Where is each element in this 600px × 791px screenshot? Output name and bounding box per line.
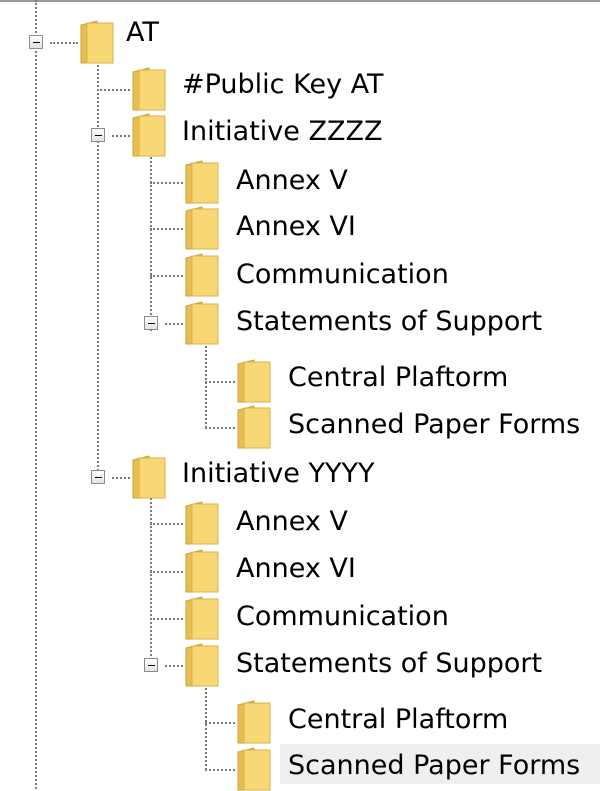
tree-connector <box>205 769 235 771</box>
tree-connector <box>150 523 183 525</box>
tree-node-central-platform[interactable]: Central Plaftorm <box>288 361 508 395</box>
tree-connector <box>97 89 130 91</box>
folder-icon <box>237 359 271 403</box>
tree-connector <box>150 228 183 230</box>
tree-node-root[interactable]: AT <box>126 16 159 50</box>
folder-icon <box>185 160 219 204</box>
folder-icon <box>185 596 219 640</box>
tree-node-annex-vi[interactable]: Annex VI <box>236 552 356 586</box>
folder-icon <box>237 700 271 744</box>
tree-connector <box>97 58 99 479</box>
collapse-toggle-icon[interactable] <box>91 128 105 142</box>
tree-node-initiative[interactable]: Initiative ZZZZ <box>182 115 382 149</box>
folder-icon <box>132 455 166 499</box>
folder-icon <box>185 643 219 687</box>
tree-node-central-platform[interactable]: Central Plaftorm <box>288 703 508 737</box>
tree-connector <box>50 42 78 44</box>
tree-connector <box>112 477 130 479</box>
folder-icon <box>132 113 166 157</box>
tree-node-public-key[interactable]: #Public Key AT <box>182 68 384 102</box>
folder-icon <box>185 301 219 345</box>
tree-node-initiative[interactable]: Initiative YYYY <box>182 457 374 491</box>
tree-node-annex-v[interactable]: Annex V <box>236 164 348 198</box>
folder-icon <box>132 67 166 111</box>
tree-node-communication[interactable]: Communication <box>236 600 449 634</box>
folder-icon <box>185 253 219 297</box>
tree-node-statements-of-support[interactable]: Statements of Support <box>236 647 542 681</box>
tree-node-annex-vi[interactable]: Annex VI <box>236 210 356 244</box>
tree-connector <box>150 486 152 672</box>
top-border <box>0 0 600 2</box>
tree-node-scanned-paper-forms[interactable]: Scanned Paper Forms <box>288 408 580 442</box>
tree-connector <box>112 135 130 137</box>
tree-node-communication[interactable]: Communication <box>236 258 449 292</box>
collapse-toggle-icon[interactable] <box>91 470 105 484</box>
folder-icon <box>80 20 114 64</box>
folder-icon <box>185 501 219 545</box>
folder-icon <box>185 206 219 250</box>
collapse-toggle-icon[interactable] <box>144 658 158 672</box>
tree-node-annex-v[interactable]: Annex V <box>236 505 348 539</box>
folder-icon <box>237 405 271 449</box>
tree-connector <box>150 275 183 277</box>
tree-connector <box>165 665 183 667</box>
tree-connector <box>150 182 183 184</box>
tree-connector <box>35 0 37 789</box>
folder-icon <box>185 549 219 593</box>
tree-connector <box>150 618 183 620</box>
tree-connector <box>205 427 235 429</box>
collapse-toggle-icon[interactable] <box>29 35 43 49</box>
tree-connector <box>150 571 183 573</box>
tree-node-scanned-paper-forms-selected[interactable]: Scanned Paper Forms <box>288 749 580 783</box>
tree-connector <box>205 722 235 724</box>
tree-connector <box>150 145 152 331</box>
tree-node-statements-of-support[interactable]: Statements of Support <box>236 305 542 339</box>
tree-connector <box>205 381 235 383</box>
tree-connector <box>165 323 183 325</box>
folder-icon <box>237 747 271 791</box>
collapse-toggle-icon[interactable] <box>144 316 158 330</box>
